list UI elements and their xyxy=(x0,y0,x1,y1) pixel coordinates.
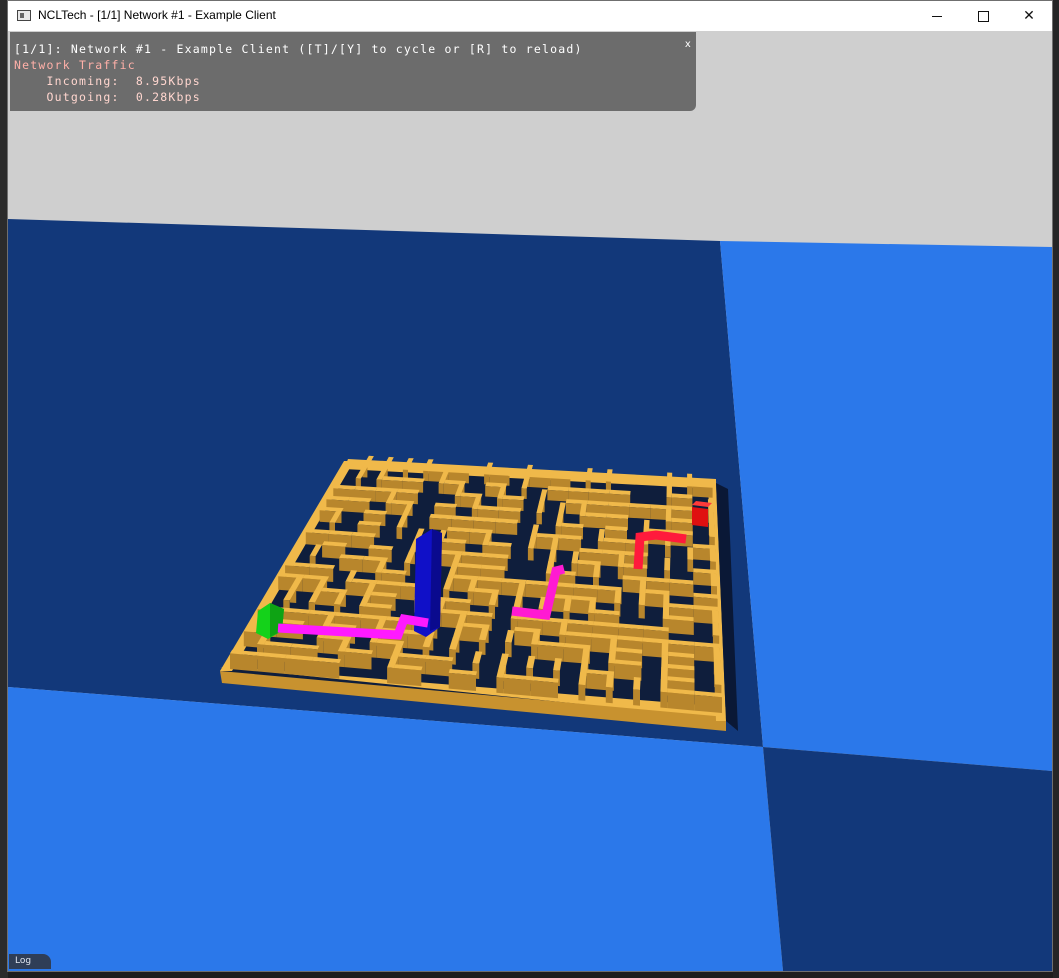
maze-wall-segment-face xyxy=(345,581,352,596)
maze-wall-segment-face xyxy=(495,522,518,535)
window-title: NCLTech - [1/1] Network #1 - Example Cli… xyxy=(38,8,276,22)
maze-wall-segment xyxy=(712,610,719,624)
maze-wall-segment xyxy=(663,594,670,608)
maze-wall-segment xyxy=(660,679,668,693)
maze-wall-segment-face xyxy=(448,672,476,691)
app-window-icon xyxy=(17,10,31,21)
maze-wall-segment xyxy=(713,647,721,661)
maze-wall-segment xyxy=(609,638,618,652)
maze-wall-segment-face xyxy=(633,689,640,706)
maze-wall-segment-face xyxy=(558,538,582,552)
minimize-icon xyxy=(932,15,942,17)
maze-wall-segment-face xyxy=(385,503,392,515)
player-blue-pillar-side xyxy=(430,529,442,631)
floor-tile-light-back xyxy=(720,241,1052,771)
maze-wall-segment xyxy=(661,655,669,669)
maze-wall-segment xyxy=(712,622,720,636)
maze-wall-segment-face xyxy=(339,557,363,573)
maze-wall-segment xyxy=(639,580,647,594)
incoming-rate: Incoming: 8.95Kbps xyxy=(14,74,201,88)
maze-wall-segment-face xyxy=(394,668,422,687)
network-traffic-heading: Network Traffic xyxy=(14,58,136,72)
maze-wall-segment-face xyxy=(387,667,394,684)
close-button[interactable]: ✕ xyxy=(1006,1,1052,31)
maze-wall-segment xyxy=(617,554,625,568)
log-tab[interactable]: Log xyxy=(9,954,51,969)
maze-wall-segment xyxy=(710,573,717,587)
maze-wall-segment-face xyxy=(257,655,285,674)
maze-wall-segment-face xyxy=(638,604,645,619)
maze-wall-segment-face xyxy=(547,489,569,502)
maze-wall-segment xyxy=(643,519,650,533)
maze-wall-segment-face xyxy=(529,477,551,489)
maze-wall-segment xyxy=(665,509,672,522)
maze-wall-segment-face xyxy=(530,680,558,699)
maze-wall-segment xyxy=(708,524,715,537)
maze-wall-segment-face xyxy=(578,684,586,701)
maximize-icon xyxy=(977,10,989,22)
maze-wall-segment xyxy=(638,592,646,606)
maze-wall-segment-face xyxy=(496,677,504,694)
maze-wall-segment-face xyxy=(660,691,668,709)
maze-wall-segment xyxy=(664,557,671,571)
maze-wall-segment-face xyxy=(316,637,324,654)
minimize-button[interactable] xyxy=(914,1,960,31)
maze-wall-segment-face xyxy=(669,582,694,598)
maze-wall-segment-face xyxy=(694,694,722,713)
maze-wall-segment-face xyxy=(527,548,534,561)
maze-wall-segment-face xyxy=(425,658,453,677)
maze-wall-segment-face xyxy=(667,692,695,711)
maze-wall-segment-face xyxy=(344,651,372,670)
maze-wall-segment-face xyxy=(692,486,713,498)
maze-wall-segment xyxy=(608,650,616,664)
maze-wall-segment-face xyxy=(687,559,694,572)
maze-wall-segment xyxy=(666,484,672,498)
maze-wall-segment-face xyxy=(669,619,694,635)
network-overlay-panel: [1/1]: Network #1 - Example Client ([T]/… xyxy=(10,32,696,111)
app-window: NCLTech - [1/1] Network #1 - Example Cli… xyxy=(7,0,1053,972)
maze-wall-segment xyxy=(633,677,641,690)
maze-wall-segment-face xyxy=(230,653,258,672)
maze-wall-segment xyxy=(614,590,622,604)
floor-tile-dark-front xyxy=(763,747,1052,971)
maze-wall-segment xyxy=(660,667,668,681)
maze-wall-segment-face xyxy=(536,513,542,525)
maze-wall-segment-face xyxy=(605,686,613,704)
maze-wall-segment-face xyxy=(438,483,444,494)
maze-wall-segment-face xyxy=(284,658,312,677)
close-icon: ✕ xyxy=(1023,8,1035,24)
goal-red-block xyxy=(692,507,708,527)
maze-wall-segment-face xyxy=(503,677,531,696)
title-bar[interactable]: NCLTech - [1/1] Network #1 - Example Cli… xyxy=(8,1,1052,31)
maze-wall-segment-face xyxy=(585,516,607,529)
overlay-title: [1/1]: Network #1 - Example Client ([T]/… xyxy=(14,42,583,56)
maze-wall-segment-face xyxy=(396,527,403,540)
maze-wall-segment xyxy=(709,548,716,562)
maze-wall-segment xyxy=(713,659,721,673)
maze-wall-segment xyxy=(605,674,614,688)
maze-wall-segment xyxy=(666,472,673,486)
maze-wall-segment xyxy=(714,671,722,685)
background-editor-strip-right xyxy=(1053,0,1059,978)
maximize-button[interactable] xyxy=(960,1,1006,31)
maze-wall-segment xyxy=(687,547,694,560)
maze-wall-segment xyxy=(661,642,669,656)
maze-wall-segment xyxy=(687,473,693,487)
maze-wall-segment xyxy=(708,511,715,525)
maze-wall-segment xyxy=(662,606,670,620)
overlay-close-button[interactable]: x xyxy=(685,37,692,53)
render-viewport[interactable]: [1/1]: Network #1 - Example Client ([T]/… xyxy=(8,31,1052,971)
3d-scene[interactable] xyxy=(8,31,1052,971)
maze-wall-segment-face xyxy=(665,545,671,558)
maze-wall-segment-face xyxy=(629,507,651,519)
outgoing-rate: Outgoing: 0.28Kbps xyxy=(14,90,201,104)
maze-wall-segment-face xyxy=(312,660,340,679)
